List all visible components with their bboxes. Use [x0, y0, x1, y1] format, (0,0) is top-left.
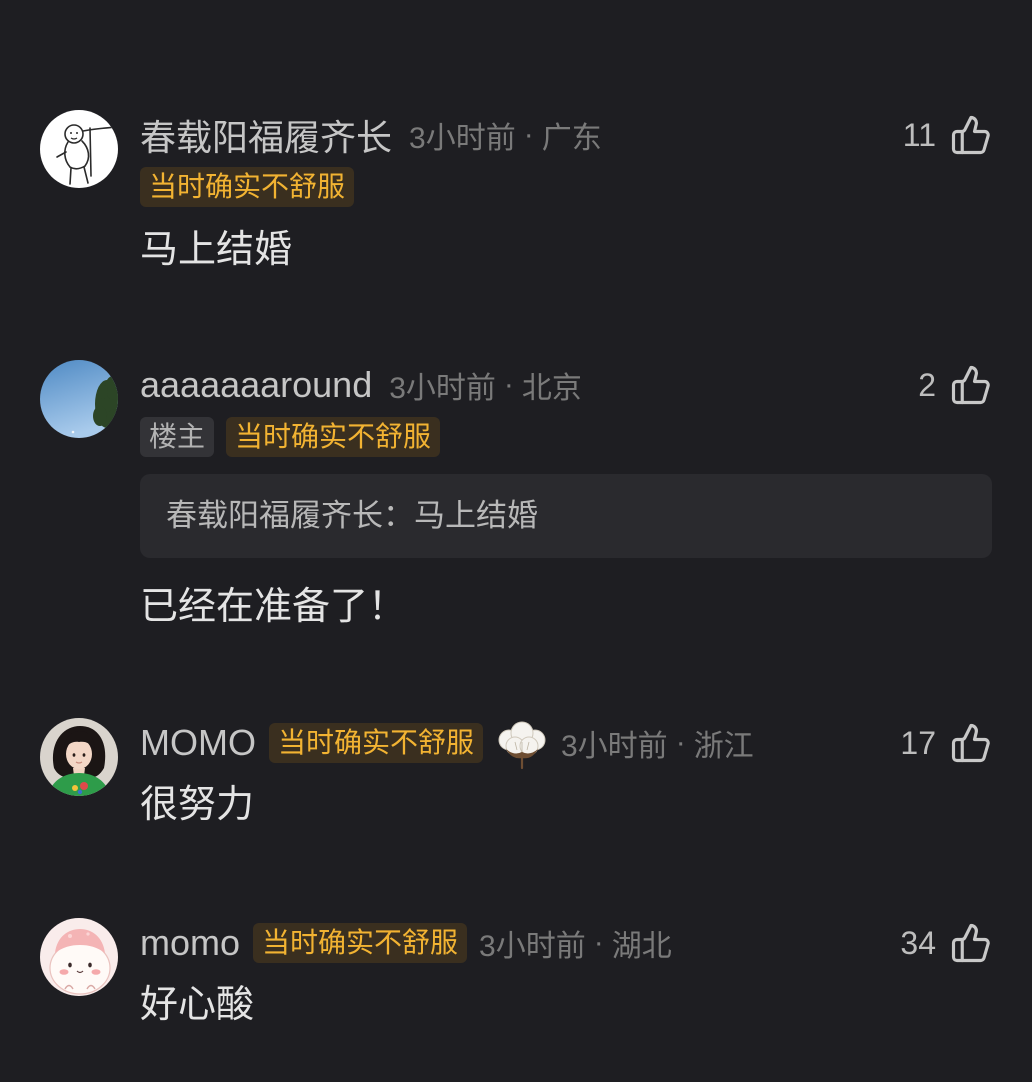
username[interactable]: MOMO	[140, 722, 256, 764]
like-count: 34	[900, 924, 936, 961]
meta-separator: ·	[675, 726, 686, 759]
comment-body: aaaaaaaround 3小时前 · 北京 楼主 当时确实不舒服 春载阳福履齐…	[140, 360, 992, 632]
thumbs-up-icon[interactable]	[950, 722, 992, 764]
comment-badge: 当时确实不舒服	[140, 167, 355, 207]
comment-text[interactable]: 已经在准备了！	[140, 582, 992, 632]
comment-text[interactable]: 好心酸	[140, 980, 992, 1030]
user-avatar[interactable]	[40, 360, 118, 438]
comment-header: 春载阳福履齐长 3小时前 · 广东	[140, 110, 992, 160]
comment-text[interactable]: 很努力	[140, 780, 992, 830]
like-count: 17	[900, 724, 936, 761]
comment-location: 湖北	[611, 930, 672, 963]
comment-meta: 3小时前 · 北京	[389, 363, 582, 407]
comment-badge: 当时确实不舒服	[226, 417, 441, 457]
username[interactable]: momo	[140, 922, 240, 964]
thumbs-up-icon[interactable]	[950, 364, 992, 406]
comment-location: 浙江	[693, 730, 754, 763]
like-count: 11	[902, 116, 936, 153]
meta-separator: ·	[593, 926, 604, 959]
comment-time: 3小时前	[409, 122, 516, 155]
comment-meta: 3小时前 · 湖北	[479, 921, 672, 965]
comment-time: 3小时前	[561, 730, 668, 763]
like-button[interactable]: 17	[900, 720, 992, 766]
comment-item: momo 当时确实不舒服 3小时前 · 湖北 好心酸 34	[0, 918, 1032, 1038]
comment-badge: 当时确实不舒服	[268, 723, 483, 763]
quoted-reply[interactable]: 春载阳福履齐长：马上结婚	[140, 474, 992, 558]
comment-meta: 3小时前 · 浙江	[561, 721, 754, 765]
comment-body: momo 当时确实不舒服 3小时前 · 湖北 好心酸	[140, 918, 992, 1030]
like-button[interactable]: 34	[900, 920, 992, 966]
thumbs-up-icon[interactable]	[950, 114, 992, 156]
comment-header: aaaaaaaround 3小时前 · 北京	[140, 360, 992, 410]
comment-header: momo 当时确实不舒服 3小时前 · 湖北	[140, 918, 992, 968]
op-badge: 楼主	[140, 417, 215, 457]
comment-time: 3小时前	[389, 372, 496, 405]
comment-location: 广东	[541, 122, 602, 155]
like-button[interactable]: 2	[918, 362, 992, 408]
meta-separator: ·	[503, 368, 514, 401]
username[interactable]: 春载阳福履齐长	[140, 109, 392, 161]
comment-body: MOMO 当时确实不舒服 3小时前 · 浙江 很努力	[140, 718, 992, 830]
like-button[interactable]: 11	[903, 112, 992, 158]
comment-meta: 3小时前 · 广东	[409, 113, 602, 157]
comment-badge: 当时确实不舒服	[253, 923, 468, 963]
user-avatar[interactable]	[40, 718, 118, 796]
comment-item: MOMO 当时确实不舒服 3小时前 · 浙江 很努力 17	[0, 718, 1032, 838]
cotton-icon	[495, 716, 549, 770]
comment-time: 3小时前	[479, 930, 586, 963]
comment-header: MOMO 当时确实不舒服 3小时前 · 浙江	[140, 716, 992, 770]
user-avatar[interactable]	[40, 918, 118, 996]
comment-item: aaaaaaaround 3小时前 · 北京 楼主 当时确实不舒服 春载阳福履齐…	[0, 360, 1032, 640]
like-count: 2	[918, 366, 936, 403]
thumbs-up-icon[interactable]	[950, 922, 992, 964]
comment-item: 春载阳福履齐长 3小时前 · 广东 当时确实不舒服 马上结婚 11	[0, 110, 1032, 280]
user-avatar[interactable]	[40, 110, 118, 188]
badges-row: 楼主 当时确实不舒服	[140, 417, 992, 457]
comment-location: 北京	[521, 372, 582, 405]
comment-body: 春载阳福履齐长 3小时前 · 广东 当时确实不舒服 马上结婚	[140, 110, 992, 275]
comment-text[interactable]: 马上结婚	[140, 225, 992, 275]
meta-separator: ·	[523, 118, 534, 151]
badges-row: 当时确实不舒服	[140, 167, 992, 207]
username[interactable]: aaaaaaaround	[140, 364, 372, 406]
